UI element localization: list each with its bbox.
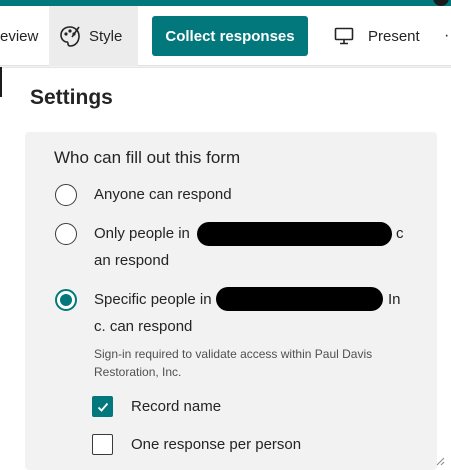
collect-responses-label: Collect responses (165, 27, 295, 45)
preview-button[interactable]: eview (0, 6, 38, 66)
radio-only-people[interactable] (55, 223, 77, 245)
option-only-people-line2: an respond (94, 252, 170, 269)
option-specific-people-label[interactable]: Specific people in (94, 289, 212, 311)
panel-divider (0, 67, 451, 68)
option-specific-people-line2: c. can respond (94, 318, 193, 335)
redacted-organization (197, 222, 392, 246)
collect-responses-button[interactable]: Collect responses (152, 16, 308, 56)
present-monitor-icon (334, 27, 354, 45)
option-only-people-suffix: c (396, 225, 404, 242)
redacted-organization (216, 287, 383, 311)
present-label: Present (368, 27, 420, 45)
preview-label: eview (0, 27, 39, 45)
one-response-checkbox[interactable] (92, 434, 113, 455)
settings-title: Settings (30, 86, 113, 109)
toolbar: eview Style Collect responses Present · (0, 6, 451, 66)
option-anyone-label[interactable]: Anyone can respond (94, 184, 232, 206)
style-palette-icon (60, 26, 80, 47)
option-specific-people-suffix: In (388, 291, 401, 308)
more-options-label: · (444, 27, 450, 44)
radio-anyone[interactable] (55, 184, 77, 206)
style-button[interactable]: Style (49, 6, 138, 66)
record-name-checkbox[interactable] (92, 396, 113, 417)
resize-grip-icon[interactable] (435, 456, 445, 466)
radio-specific-people[interactable] (55, 289, 77, 311)
check-icon (97, 402, 109, 412)
one-response-label[interactable]: One response per person (131, 436, 301, 453)
present-button[interactable]: Present (334, 6, 420, 66)
record-name-label[interactable]: Record name (131, 398, 221, 415)
sign-in-hint: Sign-in required to validate access with… (94, 347, 373, 379)
more-options-button[interactable]: · (444, 6, 449, 66)
left-edge-marker (0, 67, 2, 97)
who-can-fill-title: Who can fill out this form (54, 148, 241, 167)
option-only-people-label[interactable]: Only people in (94, 223, 190, 245)
style-label: Style (89, 27, 123, 45)
